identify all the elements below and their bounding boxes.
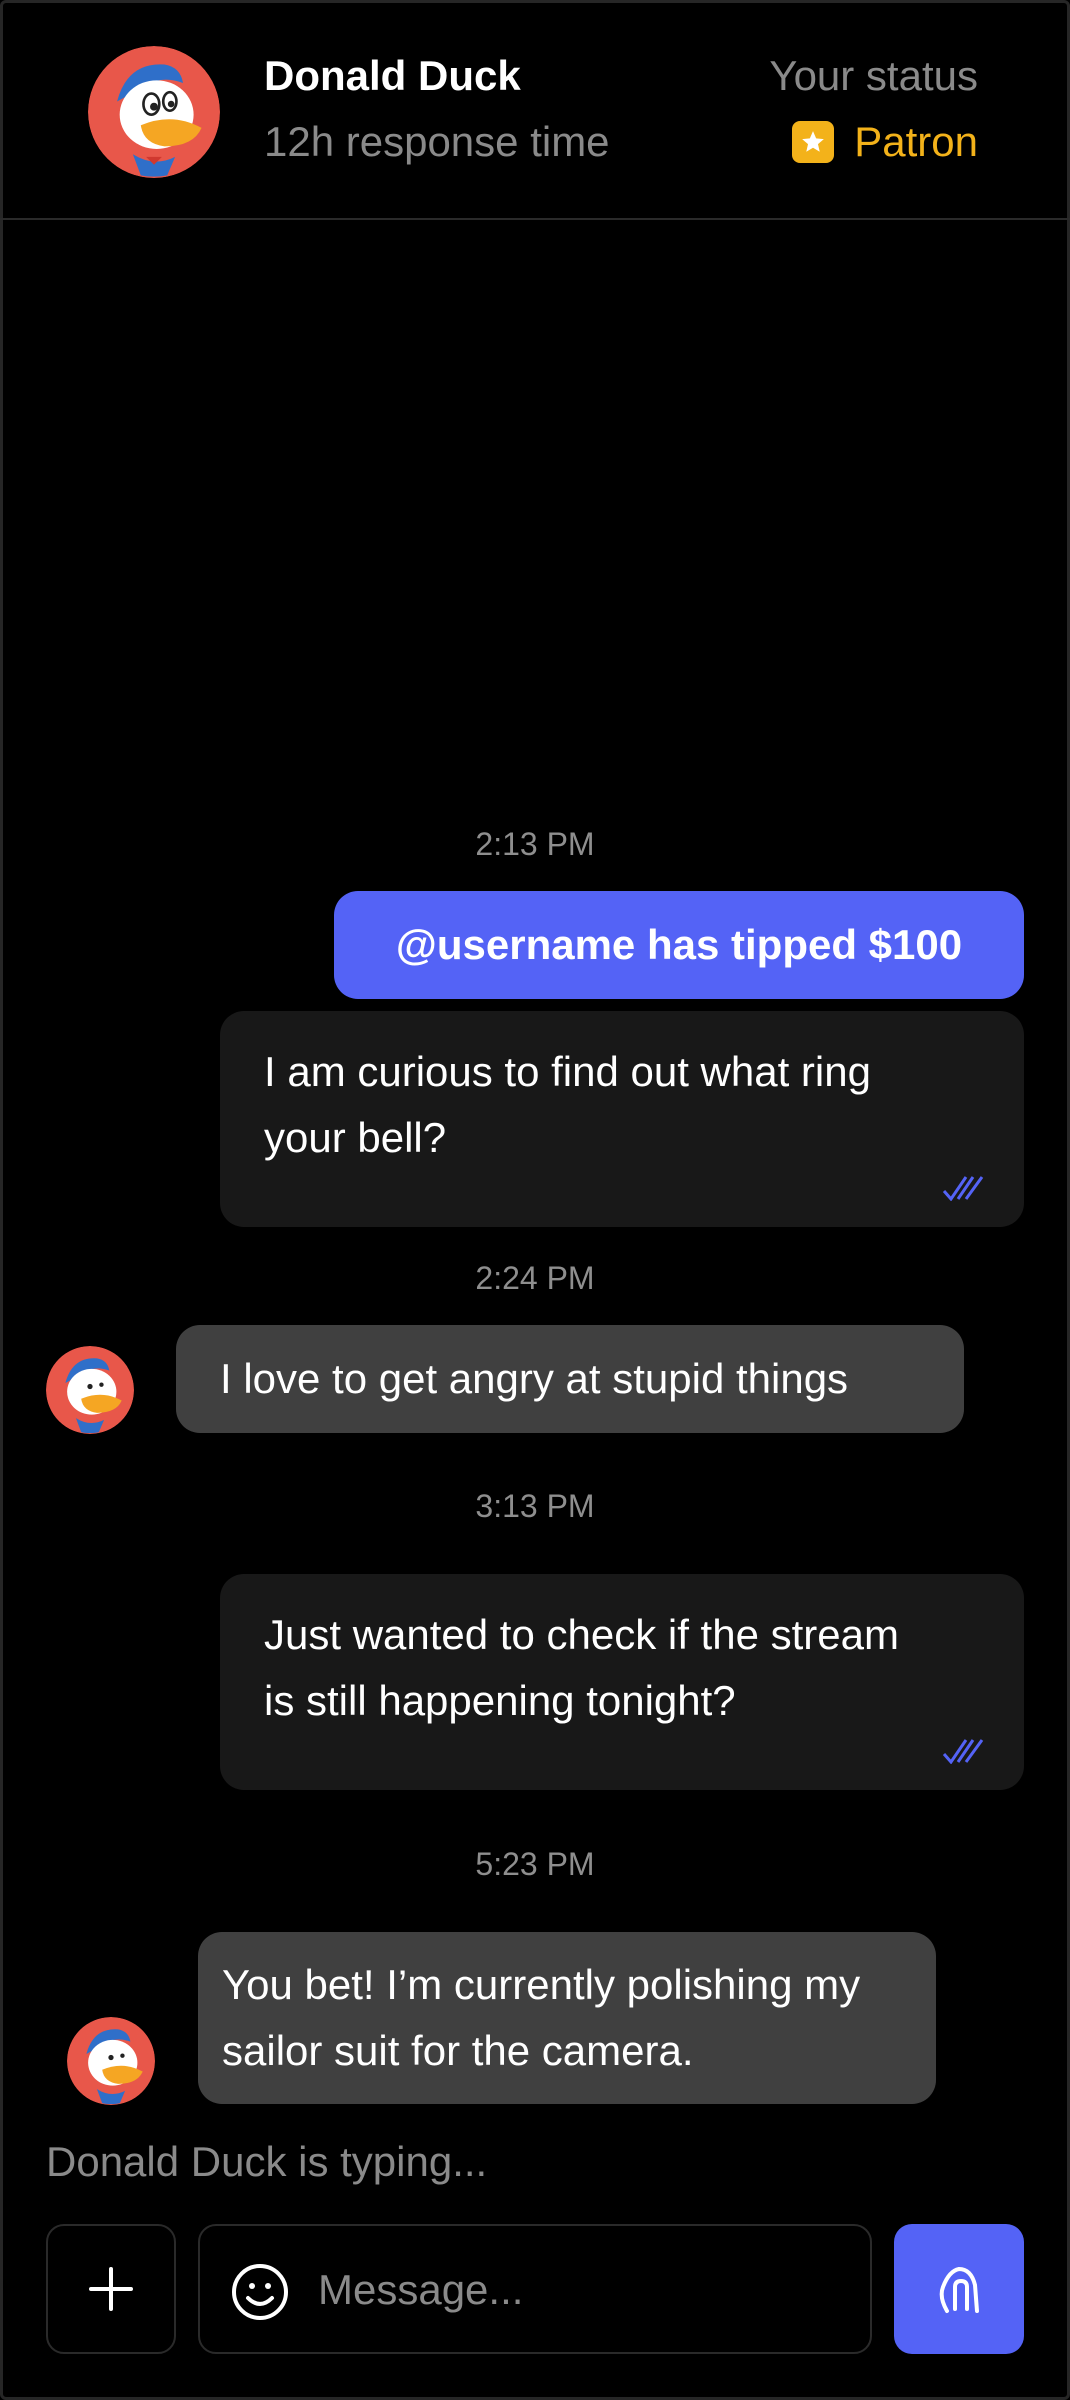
message-line: You bet! I’m currently polishing my <box>222 1961 861 2008</box>
contact-name: Donald Duck <box>264 52 521 99</box>
avatar <box>46 1346 134 1434</box>
response-time: 12h response time <box>264 118 610 165</box>
message-line: your bell? <box>264 1114 447 1161</box>
donald-duck-avatar-icon <box>46 1346 134 1434</box>
emoji-icon[interactable] <box>230 2262 290 2322</box>
message-timestamp: 2:24 PM <box>475 1260 595 1296</box>
incoming-message[interactable]: I love to get angry at stupid things <box>176 1325 964 1433</box>
status-value: Patron <box>854 118 978 165</box>
tip-button[interactable] <box>894 2224 1024 2354</box>
avatar[interactable] <box>88 46 220 178</box>
double-check-icon <box>942 1739 984 1764</box>
message-timestamp: 2:13 PM <box>475 826 595 862</box>
typing-indicator: Donald Duck is typing... <box>46 2138 488 2185</box>
outgoing-message[interactable]: Just wanted to check if the stream is st… <box>220 1574 1024 1790</box>
add-attachment-button[interactable] <box>46 2224 176 2354</box>
message-line: Just wanted to check if the stream <box>264 1611 899 1658</box>
double-check-icon <box>942 1176 984 1201</box>
plus-icon <box>89 2267 133 2311</box>
message-line: sailor suit for the camera. <box>222 2027 694 2074</box>
chat-header: Donald Duck 12h response time Your statu… <box>0 0 1070 220</box>
tap-hand-icon <box>939 2266 979 2313</box>
message-line: I am curious to find out what ring <box>264 1048 871 1095</box>
status-label: Your status <box>769 52 978 99</box>
incoming-message[interactable]: You bet! I’m currently polishing my sail… <box>198 1932 936 2104</box>
message-input[interactable] <box>318 2256 838 2324</box>
avatar <box>67 2017 155 2105</box>
star-icon <box>792 121 835 163</box>
donald-duck-avatar-icon <box>67 2017 155 2105</box>
donald-duck-avatar-icon <box>88 46 220 178</box>
tip-message: @username has tipped $100 <box>334 891 1024 999</box>
message-line: is still happening tonight? <box>264 1677 736 1724</box>
message-composer <box>198 2224 872 2354</box>
outgoing-message[interactable]: I am curious to find out what ring your … <box>220 1011 1024 1227</box>
status-badge: Patron <box>792 118 978 166</box>
message-timestamp: 5:23 PM <box>475 1846 595 1882</box>
message-timestamp: 3:13 PM <box>475 1488 595 1524</box>
